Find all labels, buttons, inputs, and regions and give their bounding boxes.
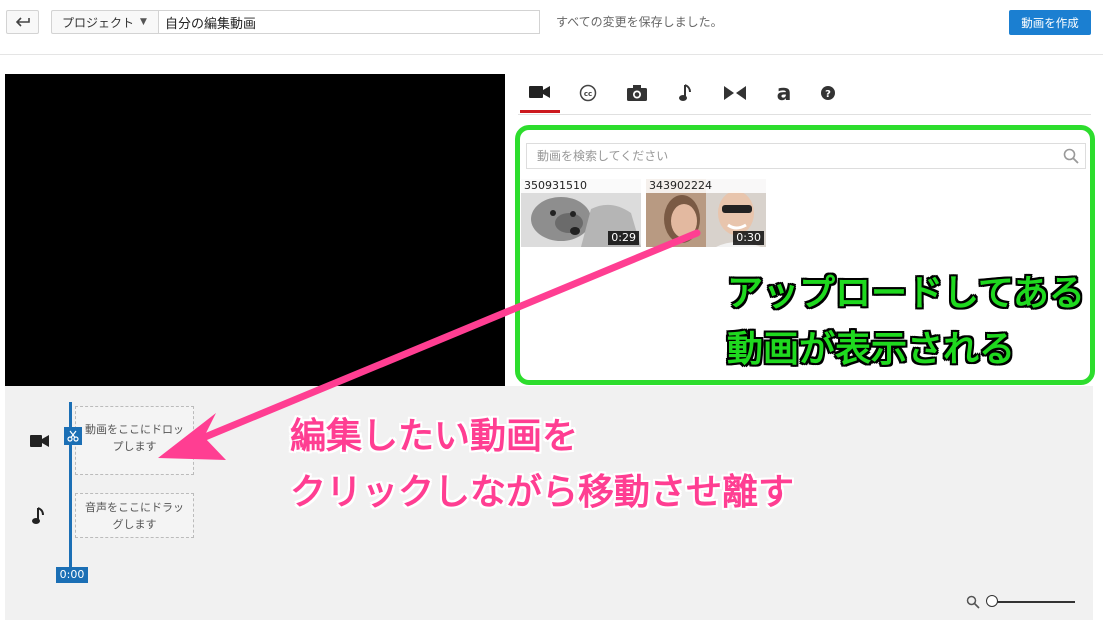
video-duration: 0:29 <box>608 231 639 245</box>
zoom-slider[interactable] <box>992 601 1075 603</box>
tab-captions[interactable]: cc <box>568 74 608 112</box>
svg-text:a: a <box>777 84 792 102</box>
text-icon: a <box>777 84 792 102</box>
music-note-icon <box>679 84 691 101</box>
chevron-down-icon: ▼ <box>140 17 147 27</box>
tab-help[interactable]: ? <box>808 74 848 112</box>
tab-video[interactable] <box>520 74 560 113</box>
camera-icon <box>627 85 647 101</box>
create-video-button[interactable]: 動画を作成 <box>1009 10 1091 35</box>
zoom-slider-knob[interactable] <box>986 595 998 607</box>
split-handle[interactable] <box>64 427 82 445</box>
back-arrow-icon <box>15 17 30 27</box>
help-icon: ? <box>821 86 835 100</box>
playhead-time: 0:00 <box>56 567 88 583</box>
project-title-input[interactable] <box>158 10 540 34</box>
video-drop-zone[interactable]: 動画をここにドロッ プします <box>75 406 194 475</box>
green-callout-line2: 動画が表示される <box>727 329 1016 370</box>
video-id-label: 343902224 <box>646 179 766 193</box>
svg-text:cc: cc <box>584 90 592 98</box>
video-preview[interactable] <box>5 74 505 386</box>
pink-callout-line2: クリックしながら移動させ離す <box>290 472 795 513</box>
video-search-input[interactable] <box>526 143 1086 169</box>
media-tabs: cc a ? <box>518 74 1091 115</box>
zoom-icon <box>966 595 980 609</box>
audio-drop-zone[interactable]: 音声をここにドラッ グします <box>75 493 194 538</box>
video-id-label: 350931510 <box>521 179 641 193</box>
video-drop-text-line1: 動画をここにドロッ <box>85 423 184 436</box>
audio-track-icon <box>32 507 44 524</box>
video-duration: 0:30 <box>733 231 764 245</box>
top-bar: プロジェクト ▼ すべての変更を保存しました。 動画を作成 <box>0 0 1103 55</box>
audio-drop-text-line2: グします <box>112 518 157 531</box>
scissors-icon <box>67 430 79 442</box>
video-track-icon <box>30 435 49 447</box>
pink-callout-text: 編集したい動画を クリックしながら移動させ離す <box>290 409 794 521</box>
save-status-text: すべての変更を保存しました。 <box>556 15 723 29</box>
tab-photos[interactable] <box>617 74 657 112</box>
green-callout-text: アップロードしてある 動画が表示される <box>727 266 1085 378</box>
tab-text[interactable]: a <box>764 74 804 112</box>
closed-caption-icon: cc <box>579 84 597 102</box>
project-menu-label: プロジェクト <box>62 15 135 30</box>
svg-text:?: ? <box>825 89 831 100</box>
video-camera-icon <box>529 86 550 98</box>
search-icon[interactable] <box>1063 148 1079 164</box>
back-button[interactable] <box>6 10 39 34</box>
audio-drop-text-line1: 音声をここにドラッ <box>85 501 184 514</box>
tab-transitions[interactable] <box>715 74 755 112</box>
video-drop-text-line2: プします <box>112 440 157 453</box>
project-menu-button[interactable]: プロジェクト ▼ <box>51 10 158 34</box>
transitions-icon <box>724 86 746 100</box>
pink-callout-line1: 編集したい動画を <box>290 416 579 457</box>
green-callout-line1: アップロードしてある <box>727 273 1085 314</box>
video-thumbnail[interactable]: 343902224 0:30 <box>646 179 766 247</box>
video-thumbnail[interactable]: 350931510 0:29 <box>521 179 641 247</box>
tab-audio[interactable] <box>666 74 706 112</box>
